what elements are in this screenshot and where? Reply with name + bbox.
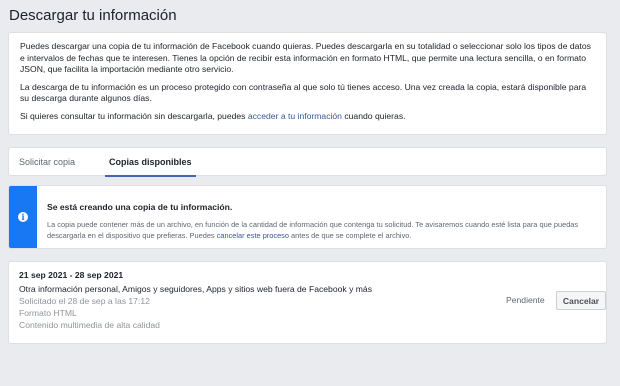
copy-item: 21 sep 2021 - 28 sep 2021 Otra informaci… [8, 261, 607, 344]
cancel-button[interactable]: Cancelar [556, 291, 606, 310]
copy-date-range: 21 sep 2021 - 28 sep 2021 [19, 270, 124, 280]
tab-bar: Solicitar copia Copias disponibles [8, 147, 607, 177]
tab-request-copy[interactable]: Solicitar copia [19, 148, 75, 177]
intro-paragraph-3: Si quieres consultar tu información sin … [20, 111, 595, 123]
intro-panel: Puedes descargar una copia de tu informa… [8, 32, 607, 135]
tab-available-copies[interactable]: Copias disponibles [105, 148, 196, 177]
creation-notice: i Se está creando una copia de tu inform… [8, 185, 607, 249]
notice-text-after-link: antes de que se complete el archivo. [289, 231, 412, 240]
copy-status: Pendiente [506, 295, 545, 305]
access-info-link[interactable]: acceder a tu información [248, 111, 342, 121]
intro-text-after-link: cuando quieras. [341, 110, 406, 121]
notice-accent-bar: i [9, 186, 37, 248]
cancel-process-link[interactable]: cancelar este proceso [217, 231, 289, 240]
info-icon: i [18, 212, 28, 222]
copy-format: Formato HTML [19, 308, 77, 318]
page-title: Descargar tu información [9, 7, 177, 24]
intro-text-before-link: Si quieres consultar tu información sin … [20, 110, 248, 121]
copy-media-quality: Contenido multimedia de alta calidad [19, 320, 160, 330]
copy-requested-date: Solicitado el 28 de sep a las 17:12 [19, 296, 150, 306]
intro-paragraph-1: Puedes descargar una copia de tu informa… [20, 41, 591, 75]
notice-body: La copia puede contener más de un archiv… [47, 219, 596, 241]
copy-categories: Otra información personal, Amigos y segu… [19, 284, 372, 294]
notice-title: Se está creando una copia de tu informac… [47, 202, 233, 212]
intro-paragraph-2: La descarga de tu información es un proc… [20, 81, 587, 104]
